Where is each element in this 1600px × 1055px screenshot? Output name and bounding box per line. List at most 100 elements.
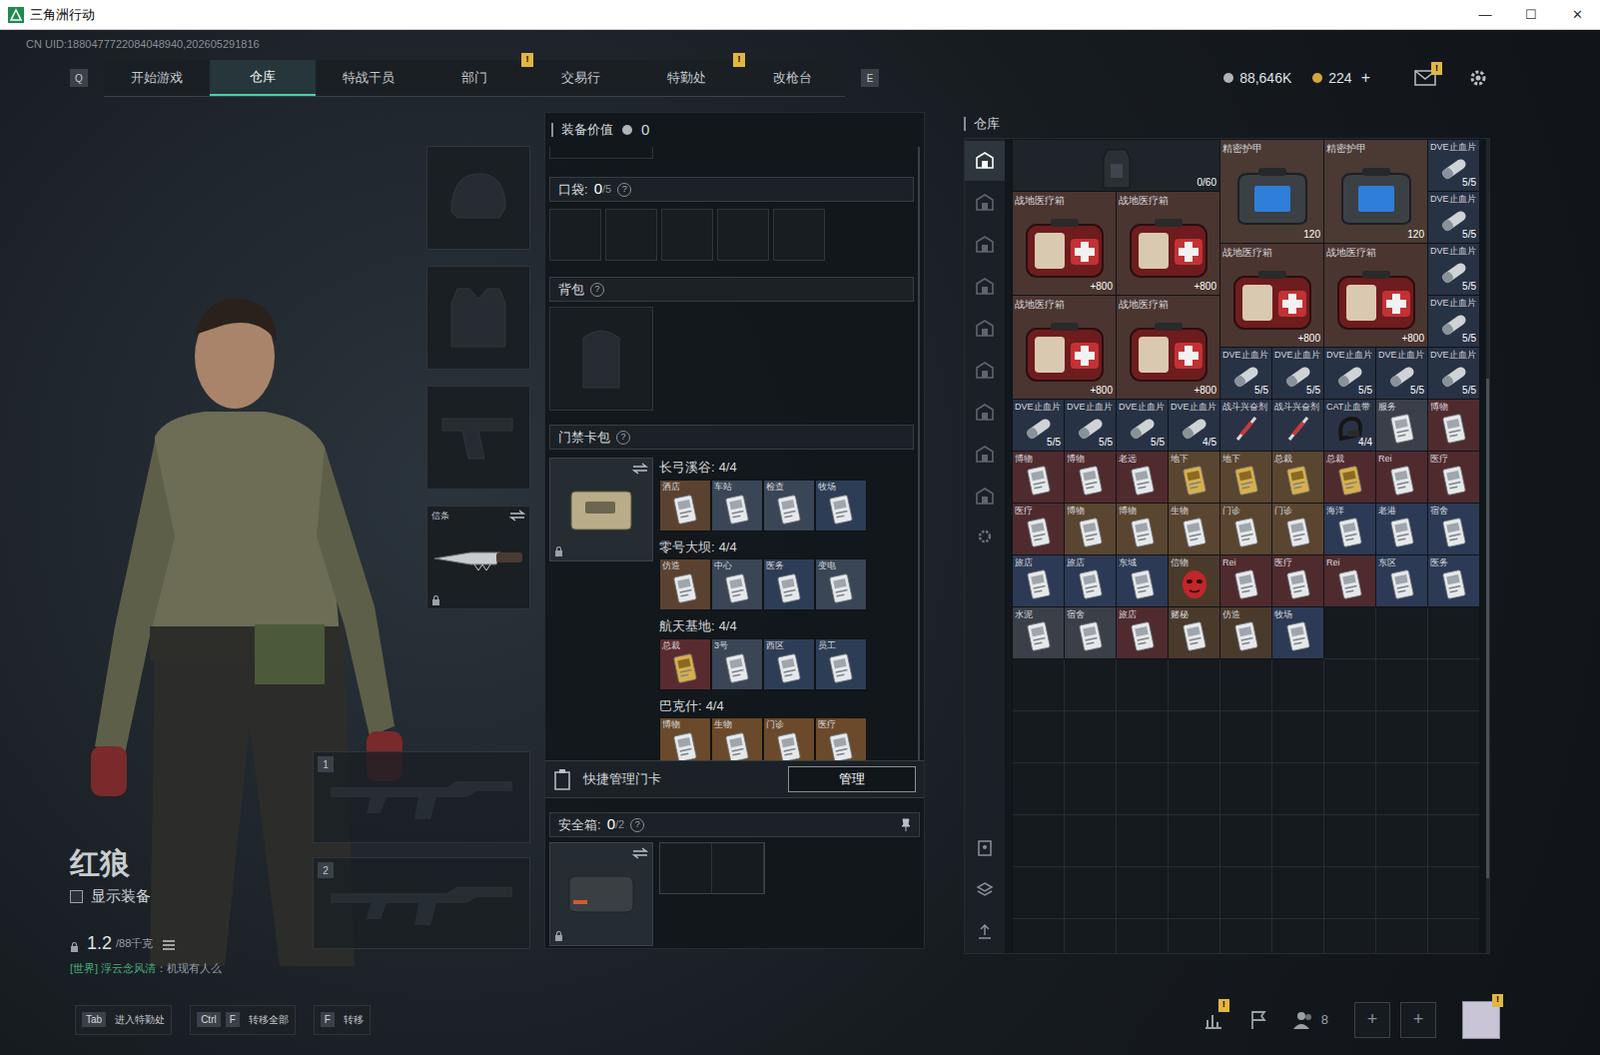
stash-tab[interactable]: [964, 350, 1005, 391]
empty-cell[interactable]: [1376, 711, 1429, 764]
stash-settings-icon[interactable]: [976, 528, 993, 545]
stash-scrollbar[interactable]: [1486, 138, 1490, 953]
stash-item[interactable]: DVE止血片5/5: [1428, 347, 1480, 400]
stash-item[interactable]: 海洋: [1324, 503, 1377, 556]
stash-item[interactable]: 战斗兴奋剂: [1220, 399, 1273, 452]
empty-cell[interactable]: [1272, 814, 1325, 867]
stash-item[interactable]: 0/60: [1012, 139, 1221, 192]
stash-item[interactable]: Rei: [1324, 555, 1377, 608]
stash-item[interactable]: 牧场: [1272, 607, 1325, 660]
safe-box-cell[interactable]: [712, 842, 765, 893]
stash-item[interactable]: 医疗: [1428, 451, 1480, 504]
stash-item[interactable]: DVE止血片5/5: [1428, 139, 1480, 192]
key-hint[interactable]: CtrlF转移全部: [189, 1004, 296, 1035]
pocket-slot[interactable]: [661, 208, 714, 261]
nav-tab[interactable]: 部门!: [421, 59, 528, 96]
show-gear-checkbox[interactable]: 显示装备: [69, 884, 222, 908]
stash-item[interactable]: 战地医疗箱+800: [1220, 243, 1325, 348]
stash-item[interactable]: DVE止血片5/5: [1220, 347, 1273, 400]
keycard-slot[interactable]: 变电: [814, 558, 867, 611]
stash-tab[interactable]: [964, 308, 1005, 349]
empty-cell[interactable]: [1324, 659, 1377, 712]
stash-item[interactable]: DVE止血片5/5: [1428, 295, 1480, 348]
nav-tab[interactable]: 仓库: [209, 59, 316, 96]
empty-cell[interactable]: [1376, 866, 1429, 919]
stash-item[interactable]: 博物: [1064, 503, 1117, 556]
sort-icon[interactable]: [975, 838, 994, 857]
empty-cell[interactable]: [1428, 918, 1480, 953]
stash-item[interactable]: 博物: [1012, 451, 1065, 504]
empty-cell[interactable]: [1168, 814, 1221, 867]
keycard-slot[interactable]: 总裁: [659, 638, 712, 691]
empty-cell[interactable]: [1272, 763, 1325, 815]
empty-cell[interactable]: [1324, 711, 1377, 764]
avatar[interactable]: !: [1462, 1000, 1501, 1039]
keycard-slot[interactable]: 西区: [763, 638, 815, 691]
stash-item[interactable]: DVE止血片5/5: [1428, 191, 1480, 244]
weapon-slot[interactable]: 2: [312, 856, 531, 949]
stash-tab[interactable]: [964, 266, 1005, 307]
stash-item[interactable]: 地下: [1168, 451, 1221, 504]
backpack-slot[interactable]: [549, 306, 654, 411]
stash-item[interactable]: 战斗兴奋剂: [1272, 399, 1325, 452]
stash-item[interactable]: 医务: [1428, 555, 1480, 608]
empty-cell[interactable]: [1324, 866, 1377, 919]
manage-button[interactable]: 管理: [788, 766, 916, 793]
empty-cell[interactable]: [1324, 918, 1377, 953]
empty-cell[interactable]: [1116, 814, 1169, 867]
empty-cell[interactable]: [1064, 659, 1117, 712]
keycard-slot[interactable]: 生物: [711, 717, 764, 761]
empty-cell[interactable]: [1168, 918, 1221, 953]
empty-cell[interactable]: [1428, 659, 1480, 712]
stash-item[interactable]: 老远: [1116, 451, 1169, 504]
stash-item[interactable]: DVE止血片5/5: [1116, 399, 1169, 452]
empty-cell[interactable]: [1324, 607, 1377, 660]
empty-cell[interactable]: [1168, 659, 1221, 712]
nav-tab[interactable]: 特勤处!: [633, 59, 740, 96]
empty-cell[interactable]: [1220, 659, 1273, 712]
gear-slot[interactable]: 信条: [426, 505, 531, 610]
stash-item[interactable]: 宿舍: [1428, 503, 1480, 556]
stash-item[interactable]: 博物: [1064, 451, 1117, 504]
stash-item[interactable]: 精密护甲120: [1324, 139, 1429, 244]
keycard-slot[interactable]: 中心: [711, 558, 764, 611]
empty-cell[interactable]: [1428, 814, 1480, 867]
stash-item[interactable]: 水泥: [1012, 607, 1065, 660]
help-badge[interactable]: ?: [590, 282, 605, 297]
empty-cell[interactable]: [1220, 763, 1273, 815]
empty-cell[interactable]: [1220, 866, 1273, 919]
empty-cell[interactable]: [1116, 866, 1169, 919]
keycard-slot[interactable]: 检查: [763, 479, 815, 532]
swap-icon[interactable]: [509, 509, 526, 522]
help-badge[interactable]: ?: [630, 817, 645, 832]
keycard-slot[interactable]: 博物: [659, 717, 712, 761]
empty-cell[interactable]: [1168, 866, 1221, 919]
empty-cell[interactable]: [1064, 814, 1117, 867]
empty-cell[interactable]: [1428, 866, 1480, 919]
stash-item[interactable]: 信物: [1168, 555, 1221, 608]
empty-cell[interactable]: [1376, 607, 1429, 660]
empty-cell[interactable]: [1220, 711, 1273, 764]
pocket-slot[interactable]: [549, 208, 602, 261]
empty-cell[interactable]: [1012, 763, 1065, 815]
empty-cell[interactable]: [1168, 763, 1221, 815]
stash-item[interactable]: 旅店: [1012, 555, 1065, 608]
stash-item[interactable]: 生物: [1168, 503, 1221, 556]
stash-item[interactable]: 战地医疗箱+800: [1116, 191, 1221, 296]
empty-cell[interactable]: [1272, 659, 1325, 712]
settings-gear-icon[interactable]: [1468, 67, 1489, 88]
stash-item[interactable]: CAT止血带4/4: [1324, 399, 1377, 452]
stash-item[interactable]: 老港: [1376, 503, 1429, 556]
empty-cell[interactable]: [1324, 763, 1377, 815]
stash-item[interactable]: 战地医疗箱+800: [1116, 295, 1221, 400]
empty-cell[interactable]: [1324, 814, 1377, 867]
empty-cell[interactable]: [1064, 711, 1117, 764]
keycard-slot[interactable]: 3号: [711, 638, 764, 691]
empty-cell[interactable]: [1376, 659, 1429, 712]
empty-cell[interactable]: [1064, 866, 1117, 919]
stash-tab[interactable]: [964, 476, 1005, 517]
stash-item[interactable]: DVE止血片5/5: [1376, 347, 1429, 400]
stash-item[interactable]: DVE止血片5/5: [1272, 347, 1325, 400]
stash-item[interactable]: 东域: [1116, 555, 1169, 608]
keycard-slot[interactable]: 医务: [763, 558, 815, 611]
